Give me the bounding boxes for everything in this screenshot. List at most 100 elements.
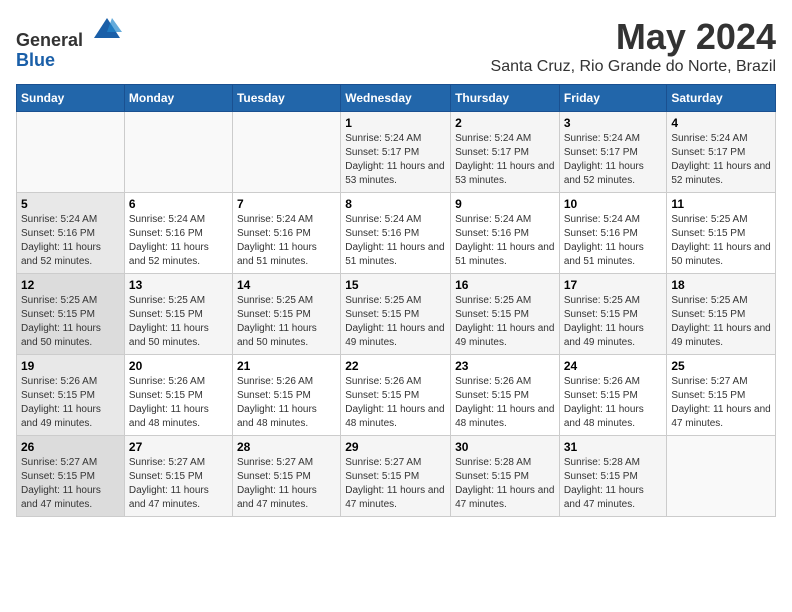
day-info: Sunrise: 5:25 AM Sunset: 5:15 PM Dayligh… bbox=[21, 294, 120, 350]
calendar-cell: 10Sunrise: 5:24 AM Sunset: 5:16 PM Dayli… bbox=[559, 193, 667, 274]
calendar-cell: 31Sunrise: 5:28 AM Sunset: 5:15 PM Dayli… bbox=[559, 436, 667, 517]
calendar-cell: 1 Sunrise: 5:24 AM Sunset: 5:17 PM Daylig… bbox=[341, 112, 451, 193]
calendar-cell: 6 Sunrise: 5:24 AM Sunset: 5:16 PM Daylig… bbox=[124, 193, 232, 274]
calendar-cell: 2Sunrise: 5:24 AM Sunset: 5:17 PM Daylig… bbox=[451, 112, 560, 193]
calendar-cell: 16 Sunrise: 5:25 AM Sunset: 5:15 PM Dayli… bbox=[451, 274, 560, 355]
calendar-cell bbox=[232, 112, 340, 193]
day-number: 29 bbox=[345, 440, 446, 454]
weekday-header: Friday bbox=[559, 85, 667, 112]
day-number: 10 bbox=[564, 197, 663, 211]
day-info: Sunrise: 5:25 AM Sunset: 5:15 PM Dayligh… bbox=[129, 294, 228, 350]
calendar-cell: 15Sunrise: 5:25 AM Sunset: 5:15 PM Dayli… bbox=[341, 274, 451, 355]
calendar-cell: 27 Sunrise: 5:27 AM Sunset: 5:15 PM Dayli… bbox=[124, 436, 232, 517]
weekday-header: Tuesday bbox=[232, 85, 340, 112]
calendar-cell: 11 Sunrise: 5:25 AM Sunset: 5:15 PM Dayli… bbox=[667, 193, 776, 274]
calendar-cell: 22 Sunrise: 5:26 AM Sunset: 5:15 PM Dayli… bbox=[341, 355, 451, 436]
day-info: Sunrise: 5:24 AM Sunset: 5:16 PM Dayligh… bbox=[21, 213, 120, 269]
calendar-cell: 26 Sunrise: 5:27 AM Sunset: 5:15 PM Dayli… bbox=[17, 436, 125, 517]
day-number: 12 bbox=[21, 278, 120, 292]
day-number: 19 bbox=[21, 359, 120, 373]
day-info: Sunrise: 5:27 AM Sunset: 5:15 PM Dayligh… bbox=[671, 375, 771, 431]
day-number: 17 bbox=[564, 278, 663, 292]
day-info: Sunrise: 5:25 AM Sunset: 5:15 PM Dayligh… bbox=[671, 294, 771, 350]
calendar-cell: 8 Sunrise: 5:24 AM Sunset: 5:16 PM Daylig… bbox=[341, 193, 451, 274]
calendar-cell: 19Sunrise: 5:26 AM Sunset: 5:15 PM Dayli… bbox=[17, 355, 125, 436]
calendar-cell: 13 Sunrise: 5:25 AM Sunset: 5:15 PM Dayli… bbox=[124, 274, 232, 355]
day-number: 23 bbox=[455, 359, 555, 373]
calendar-cell: 17Sunrise: 5:25 AM Sunset: 5:15 PM Dayli… bbox=[559, 274, 667, 355]
day-info: Sunrise: 5:24 AM Sunset: 5:16 PM Dayligh… bbox=[129, 213, 228, 269]
day-info: Sunrise: 5:27 AM Sunset: 5:15 PM Dayligh… bbox=[21, 456, 120, 512]
day-info: Sunrise: 5:24 AM Sunset: 5:16 PM Dayligh… bbox=[455, 213, 555, 269]
calendar-cell: 5Sunrise: 5:24 AM Sunset: 5:16 PM Daylig… bbox=[17, 193, 125, 274]
day-info: Sunrise: 5:28 AM Sunset: 5:15 PM Dayligh… bbox=[455, 456, 555, 512]
calendar-table: SundayMondayTuesdayWednesdayThursdayFrid… bbox=[16, 84, 776, 517]
day-info: Sunrise: 5:25 AM Sunset: 5:15 PM Dayligh… bbox=[237, 294, 336, 350]
day-number: 4 bbox=[671, 116, 771, 130]
day-info: Sunrise: 5:24 AM Sunset: 5:17 PM Dayligh… bbox=[671, 132, 771, 188]
calendar-cell: 18 Sunrise: 5:25 AM Sunset: 5:15 PM Dayli… bbox=[667, 274, 776, 355]
logo-icon bbox=[92, 16, 122, 46]
title-block: May 2024 Santa Cruz, Rio Grande do Norte… bbox=[491, 16, 776, 76]
weekday-header: Wednesday bbox=[341, 85, 451, 112]
calendar-cell: 4 Sunrise: 5:24 AM Sunset: 5:17 PM Daylig… bbox=[667, 112, 776, 193]
day-number: 9 bbox=[455, 197, 555, 211]
day-number: 24 bbox=[564, 359, 663, 373]
day-info: Sunrise: 5:24 AM Sunset: 5:17 PM Dayligh… bbox=[455, 132, 555, 188]
day-number: 8 bbox=[345, 197, 446, 211]
calendar-cell: 29Sunrise: 5:27 AM Sunset: 5:15 PM Dayli… bbox=[341, 436, 451, 517]
day-number: 18 bbox=[671, 278, 771, 292]
day-number: 15 bbox=[345, 278, 446, 292]
day-info: Sunrise: 5:26 AM Sunset: 5:15 PM Dayligh… bbox=[455, 375, 555, 431]
month-title: May 2024 bbox=[491, 16, 776, 58]
day-number: 11 bbox=[671, 197, 771, 211]
day-info: Sunrise: 5:28 AM Sunset: 5:15 PM Dayligh… bbox=[564, 456, 663, 512]
logo-blue: Blue bbox=[16, 50, 55, 70]
day-number: 3 bbox=[564, 116, 663, 130]
day-info: Sunrise: 5:25 AM Sunset: 5:15 PM Dayligh… bbox=[671, 213, 771, 269]
calendar-cell: 21 Sunrise: 5:26 AM Sunset: 5:15 PM Dayli… bbox=[232, 355, 340, 436]
day-number: 30 bbox=[455, 440, 555, 454]
day-info: Sunrise: 5:24 AM Sunset: 5:16 PM Dayligh… bbox=[237, 213, 336, 269]
calendar-cell: 20Sunrise: 5:26 AM Sunset: 5:15 PM Dayli… bbox=[124, 355, 232, 436]
calendar-cell bbox=[667, 436, 776, 517]
day-info: Sunrise: 5:25 AM Sunset: 5:15 PM Dayligh… bbox=[455, 294, 555, 350]
weekday-header: Thursday bbox=[451, 85, 560, 112]
day-info: Sunrise: 5:26 AM Sunset: 5:15 PM Dayligh… bbox=[345, 375, 446, 431]
calendar-cell: 9 Sunrise: 5:24 AM Sunset: 5:16 PM Daylig… bbox=[451, 193, 560, 274]
day-info: Sunrise: 5:24 AM Sunset: 5:16 PM Dayligh… bbox=[345, 213, 446, 269]
calendar-cell: 12 Sunrise: 5:25 AM Sunset: 5:15 PM Dayli… bbox=[17, 274, 125, 355]
day-info: Sunrise: 5:24 AM Sunset: 5:17 PM Dayligh… bbox=[564, 132, 663, 188]
logo: General Blue bbox=[16, 16, 122, 71]
day-number: 13 bbox=[129, 278, 228, 292]
day-info: Sunrise: 5:27 AM Sunset: 5:15 PM Dayligh… bbox=[129, 456, 228, 512]
calendar-cell: 28 Sunrise: 5:27 AM Sunset: 5:15 PM Dayli… bbox=[232, 436, 340, 517]
day-number: 28 bbox=[237, 440, 336, 454]
location-title: Santa Cruz, Rio Grande do Norte, Brazil bbox=[491, 58, 776, 76]
day-info: Sunrise: 5:24 AM Sunset: 5:17 PM Dayligh… bbox=[345, 132, 446, 188]
calendar-cell bbox=[124, 112, 232, 193]
day-number: 1 bbox=[345, 116, 446, 130]
day-number: 22 bbox=[345, 359, 446, 373]
calendar-cell bbox=[17, 112, 125, 193]
weekday-header: Monday bbox=[124, 85, 232, 112]
day-number: 20 bbox=[129, 359, 228, 373]
calendar-cell: 30 Sunrise: 5:28 AM Sunset: 5:15 PM Dayli… bbox=[451, 436, 560, 517]
calendar-cell: 14 Sunrise: 5:25 AM Sunset: 5:15 PM Dayli… bbox=[232, 274, 340, 355]
day-number: 21 bbox=[237, 359, 336, 373]
day-number: 6 bbox=[129, 197, 228, 211]
day-info: Sunrise: 5:26 AM Sunset: 5:15 PM Dayligh… bbox=[237, 375, 336, 431]
calendar-cell: 7 Sunrise: 5:24 AM Sunset: 5:16 PM Daylig… bbox=[232, 193, 340, 274]
day-number: 25 bbox=[671, 359, 771, 373]
day-number: 27 bbox=[129, 440, 228, 454]
weekday-header: Sunday bbox=[17, 85, 125, 112]
day-number: 16 bbox=[455, 278, 555, 292]
logo-general: General bbox=[16, 30, 83, 50]
weekday-header: Saturday bbox=[667, 85, 776, 112]
calendar-cell: 3 Sunrise: 5:24 AM Sunset: 5:17 PM Daylig… bbox=[559, 112, 667, 193]
day-number: 7 bbox=[237, 197, 336, 211]
day-number: 26 bbox=[21, 440, 120, 454]
day-number: 14 bbox=[237, 278, 336, 292]
calendar-cell: 25 Sunrise: 5:27 AM Sunset: 5:15 PM Dayli… bbox=[667, 355, 776, 436]
day-info: Sunrise: 5:27 AM Sunset: 5:15 PM Dayligh… bbox=[237, 456, 336, 512]
